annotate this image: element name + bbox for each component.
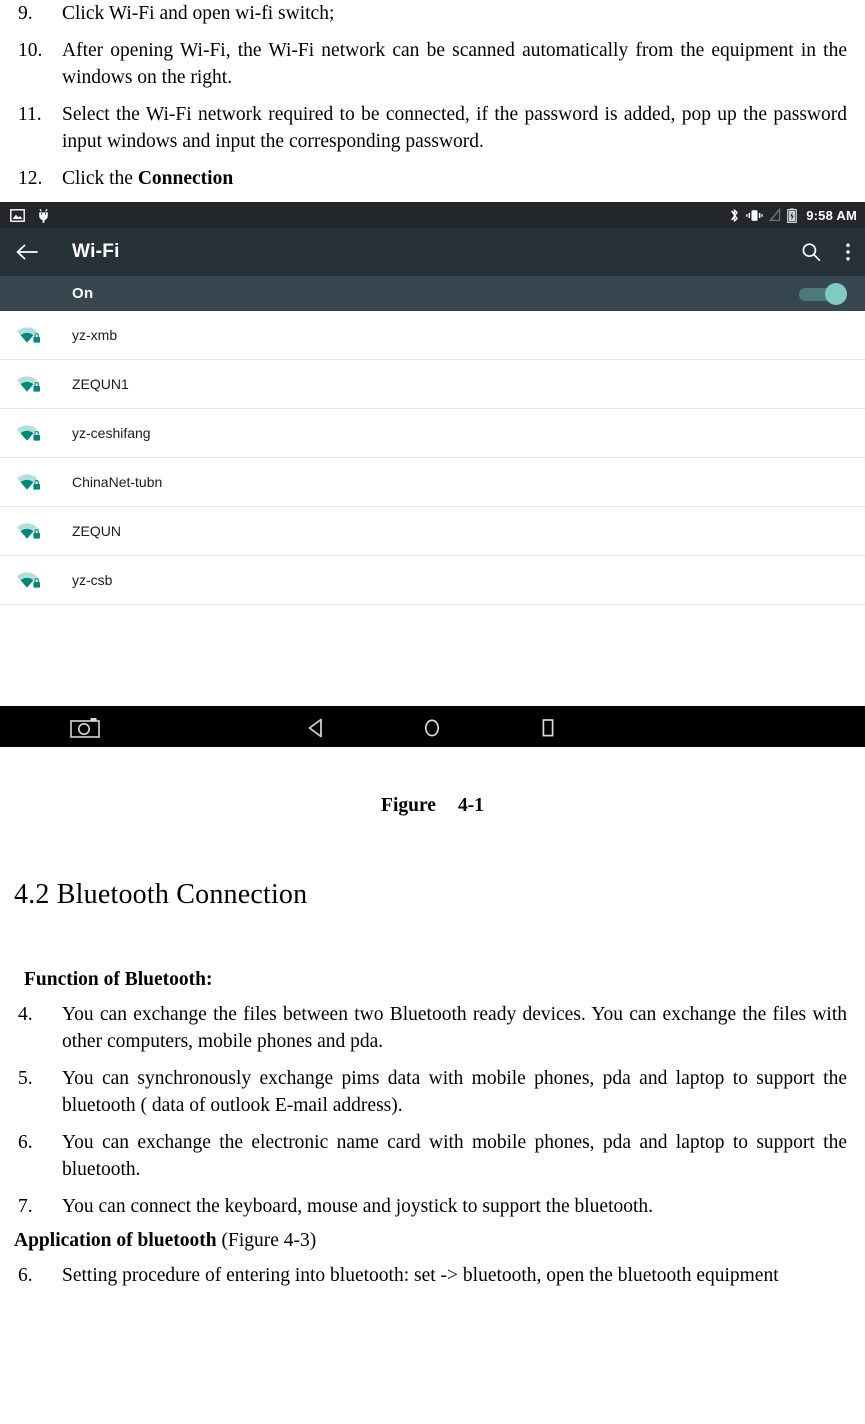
- android-wifi-screenshot: 9:58 AM Wi-Fi On yz-xmb ZEQUN1 yz-ceshif…: [0, 202, 865, 747]
- usb-android-icon: [37, 208, 50, 223]
- battery-charging-icon: [787, 207, 798, 223]
- application-heading-rest: (Figure 4-3): [216, 1230, 317, 1251]
- list-item-text: Select the Wi-Fi network required to be …: [62, 104, 847, 152]
- list-item: 6. Setting procedure of entering into bl…: [14, 1262, 847, 1289]
- screenshot-camera-icon[interactable]: [70, 706, 100, 747]
- bluetooth-icon: [729, 208, 740, 223]
- figure-caption: Figure 4-1: [0, 795, 865, 817]
- screenshot-icon: [10, 208, 25, 222]
- list-item-text-plain: Click the: [62, 168, 138, 189]
- list-item-text: You can exchange the files between two B…: [62, 1004, 847, 1052]
- wifi-toggle-row[interactable]: On: [0, 276, 865, 311]
- bluetooth-function-list: 4. You can exchange the files between tw…: [0, 1001, 865, 1289]
- list-item: 11. Select the Wi-Fi network required to…: [14, 101, 847, 155]
- app-toolbar: Wi-Fi: [0, 228, 865, 276]
- wifi-network-name: yz-csb: [72, 572, 113, 588]
- wifi-secured-icon: [16, 570, 72, 590]
- list-item-text: You can exchange the electronic name car…: [62, 1132, 847, 1180]
- wifi-toggle-label: On: [72, 285, 94, 302]
- application-heading-bold: Application of bluetooth: [14, 1230, 217, 1251]
- status-bar-left-icons: [10, 208, 50, 223]
- list-item-text: Click the Connection: [62, 165, 847, 192]
- list-item-number: 12.: [18, 168, 43, 189]
- wifi-network-name: ZEQUN1: [72, 376, 129, 392]
- list-empty-space: [0, 605, 865, 706]
- no-signal-icon: [769, 208, 781, 222]
- recents-nav-icon[interactable]: [538, 706, 558, 747]
- page-title: Wi-Fi: [72, 241, 120, 262]
- list-item-number: 4.: [18, 1004, 33, 1025]
- list-item: 10. After opening Wi-Fi, the Wi-Fi netwo…: [14, 37, 847, 91]
- list-item-text-emphasis: Connection: [137, 168, 234, 189]
- list-item: 6. You can exchange the electronic name …: [14, 1129, 847, 1183]
- system-nav-bar: [0, 706, 865, 747]
- status-bar-clock: 9:58 AM: [806, 207, 857, 223]
- list-item-number: 10.: [18, 40, 43, 61]
- list-item: 4. You can exchange the files between tw…: [14, 1001, 847, 1055]
- back-arrow-icon[interactable]: [16, 243, 38, 261]
- vibrate-icon: [746, 209, 763, 222]
- wifi-network-list: yz-xmb ZEQUN1 yz-ceshifang ChinaNet-tubn…: [0, 311, 865, 605]
- list-item: 12. Click the Connection: [14, 165, 847, 192]
- wifi-network-row[interactable]: ZEQUN: [0, 507, 865, 556]
- more-options-icon[interactable]: [845, 242, 851, 262]
- list-item-text: You can synchronously exchange pims data…: [62, 1068, 847, 1116]
- application-of-bluetooth-heading: Application of bluetooth (Figure 4-3): [14, 1230, 847, 1252]
- list-item-text: Click Wi-Fi and open wi-fi switch;: [62, 3, 335, 24]
- wifi-secured-icon: [16, 374, 72, 394]
- list-item-number: 9.: [18, 3, 33, 24]
- back-nav-icon[interactable]: [306, 706, 326, 747]
- function-of-bluetooth-heading: Function of Bluetooth:: [24, 969, 213, 990]
- wifi-network-row[interactable]: yz-ceshifang: [0, 409, 865, 458]
- list-item-number: 5.: [18, 1068, 33, 1089]
- wifi-secured-icon: [16, 423, 72, 443]
- list-item-number: 6.: [18, 1132, 33, 1153]
- list-item: 9. Click Wi-Fi and open wi-fi switch;: [14, 0, 847, 27]
- wifi-network-row[interactable]: yz-xmb: [0, 311, 865, 360]
- list-item-number: 6.: [18, 1265, 33, 1286]
- wifi-network-row[interactable]: yz-csb: [0, 556, 865, 605]
- search-icon[interactable]: [801, 242, 821, 262]
- wifi-network-name: ChinaNet-tubn: [72, 474, 163, 490]
- wifi-toggle-switch[interactable]: [799, 282, 847, 306]
- wifi-secured-icon: [16, 325, 72, 345]
- list-item-number: 11.: [18, 104, 42, 125]
- wifi-secured-icon: [16, 521, 72, 541]
- wifi-secured-icon: [16, 472, 72, 492]
- switch-thumb: [825, 282, 847, 305]
- wifi-network-name: yz-xmb: [72, 327, 118, 343]
- wifi-network-row[interactable]: ZEQUN1: [0, 360, 865, 409]
- list-item-text: After opening Wi-Fi, the Wi-Fi network c…: [62, 40, 847, 88]
- list-item-text: You can connect the keyboard, mouse and …: [62, 1196, 654, 1217]
- home-nav-icon[interactable]: [422, 706, 442, 747]
- list-item-text: Setting procedure of entering into bluet…: [62, 1265, 779, 1286]
- wifi-network-row[interactable]: ChinaNet-tubn: [0, 458, 865, 507]
- status-bar-right-icons: 9:58 AM: [729, 208, 857, 223]
- section-heading: 4.2 Bluetooth Connection: [14, 879, 308, 910]
- document-top-list: 9. Click Wi-Fi and open wi-fi switch; 10…: [0, 0, 865, 192]
- wifi-network-name: yz-ceshifang: [72, 425, 151, 441]
- status-bar: 9:58 AM: [0, 202, 865, 228]
- figure-caption-label: Figure: [381, 795, 436, 816]
- list-item: 7. You can connect the keyboard, mouse a…: [14, 1193, 847, 1220]
- list-item-number: 7.: [18, 1196, 33, 1217]
- list-item: 5. You can synchronously exchange pims d…: [14, 1065, 847, 1119]
- figure-caption-number: 4-1: [457, 795, 484, 816]
- wifi-network-name: ZEQUN: [72, 523, 121, 539]
